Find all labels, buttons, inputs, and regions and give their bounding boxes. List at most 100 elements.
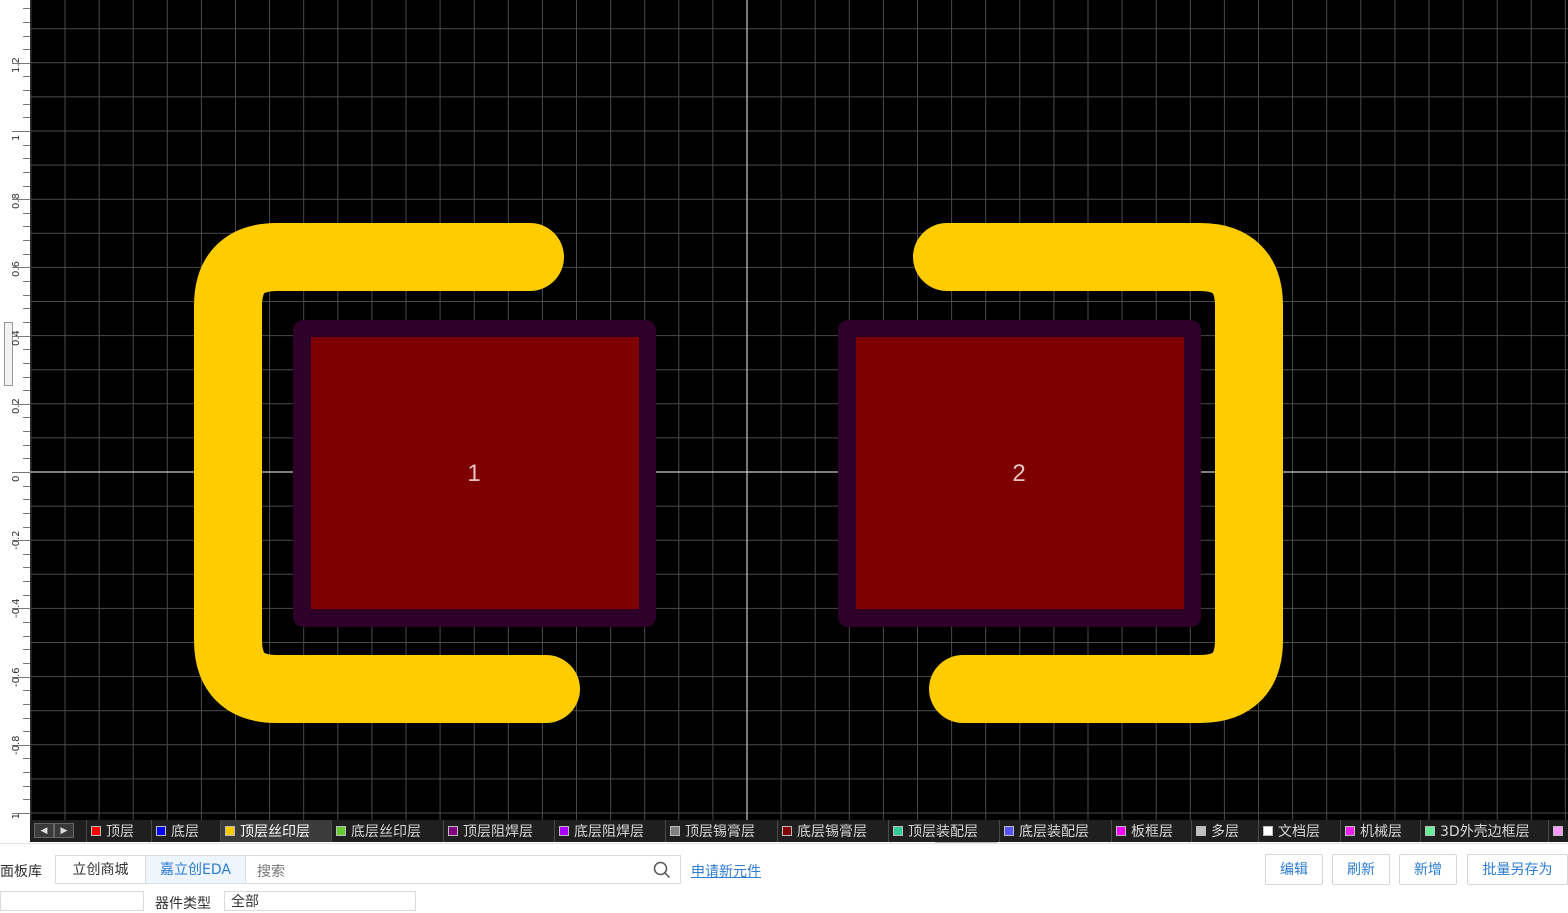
ruler-label: -0.2 [11, 530, 22, 550]
ruler-label: 0.2 [11, 398, 22, 414]
ruler-label: -1 [11, 813, 22, 820]
layer-tab[interactable]: 底层 [151, 820, 220, 842]
filter-dropdown[interactable] [0, 891, 144, 911]
apply-new-component-link[interactable]: 申请新元件 [691, 861, 761, 881]
ruler-tick [23, 90, 30, 91]
ruler-tick [23, 636, 30, 637]
layer-tab[interactable]: 顶层 [86, 820, 151, 842]
layer-tab[interactable]: 板框层 [1111, 820, 1191, 842]
layer-tab[interactable]: 3D外壳边框层 [1420, 820, 1548, 842]
ruler-tick [23, 445, 30, 446]
layer-tab[interactable]: 底层阻焊层 [554, 820, 665, 842]
ruler-tick [23, 22, 30, 23]
ruler-tick [23, 36, 30, 37]
pad-1-number: 1 [467, 460, 480, 487]
layer-color-swatch [1425, 826, 1435, 836]
layer-bar: ◀ ▶ 顶层 底层 顶层丝印层 底层丝印层 顶层阻焊层 底层阻焊层 顶层锡膏层 底层锡膏层 顶层… [30, 820, 1568, 842]
ruler-tick [23, 704, 30, 705]
layer-color-swatch [1004, 826, 1014, 836]
ruler-tick [12, 472, 30, 473]
ruler-tick [23, 458, 30, 459]
panel-title: 面板库 [0, 864, 42, 880]
ruler-tick [23, 117, 30, 118]
layer-color-swatch [559, 826, 569, 836]
layer-tab-label: 顶层丝印层 [240, 824, 310, 840]
ruler-tick [23, 349, 30, 350]
ruler-tick [23, 145, 30, 146]
ruler-label: 0.4 [11, 330, 22, 346]
ruler-tick [23, 486, 30, 487]
layer-color-swatch [670, 826, 680, 836]
layer-tab-label: 板框层 [1131, 824, 1173, 840]
device-type-select[interactable]: 全部 [224, 891, 416, 911]
ruler-tick [23, 595, 30, 596]
layer-tab-label: 底层锡膏层 [797, 824, 867, 840]
refresh-button[interactable]: 刷新 [1332, 854, 1390, 885]
ruler-label: -0.6 [11, 667, 22, 687]
layer-color-swatch [91, 826, 101, 836]
ruler-tick [23, 76, 30, 77]
layer-tab[interactable]: 底层锡膏层 [777, 820, 888, 842]
layer-tab-label: 3D外壳边框层 [1440, 824, 1530, 840]
tab-jlc-eda[interactable]: 嘉立创EDA [145, 855, 246, 884]
ruler-label: 1.2 [11, 57, 22, 73]
layer-tab[interactable]: 底层装配层 [999, 820, 1111, 842]
layer-tab[interactable]: 顶层装配层 [888, 820, 999, 842]
ruler-tick [23, 363, 30, 364]
ruler-tick [23, 281, 30, 282]
pcb-canvas[interactable]: 1 2 [30, 0, 1568, 820]
ruler-tick [23, 295, 30, 296]
search-input[interactable] [246, 856, 649, 885]
ruler-tick [23, 567, 30, 568]
layer-color-swatch [225, 826, 235, 836]
search-icon[interactable] [653, 861, 671, 879]
scroll-left-icon[interactable]: ◀ [34, 823, 54, 838]
vertical-ruler: 1.2 1 0.8 0.6 0.4 0.2 0 -0.2 -0.4 -0.6 -0.8 -1 [0, 0, 31, 820]
device-type-label: 器件类型 [155, 896, 211, 912]
batch-save-as-button[interactable]: 批量另存为 [1467, 854, 1568, 885]
ruler-tick [23, 308, 30, 309]
add-button[interactable]: 新增 [1399, 854, 1457, 885]
layer-color-swatch [1553, 826, 1563, 836]
ruler-tick [23, 554, 30, 555]
layer-tab-label: 底层丝印层 [351, 824, 421, 840]
tab-lcsc-mall[interactable]: 立创商城 [55, 855, 146, 884]
layer-tab[interactable]: 顶层丝印层 [220, 820, 331, 842]
layer-tab-label: 底层阻焊层 [574, 824, 644, 840]
scroll-right-icon[interactable]: ▶ [54, 823, 74, 838]
ruler-tick [23, 663, 30, 664]
layer-color-swatch [156, 826, 166, 836]
ruler-tick [23, 758, 30, 759]
layer-tab[interactable]: 多层 [1191, 820, 1258, 842]
ruler-tick [23, 622, 30, 623]
layer-tab-label: 底层 [171, 824, 199, 840]
ruler-tick [23, 240, 30, 241]
layer-tab[interactable] [1548, 820, 1568, 842]
ruler-tick [23, 527, 30, 528]
layer-scroll-arrows: ◀ ▶ [34, 823, 74, 838]
layer-color-swatch [336, 826, 346, 836]
ruler-tick [23, 718, 30, 719]
layer-color-swatch [448, 826, 458, 836]
layer-tab-label: 多层 [1211, 824, 1239, 840]
search-box [245, 855, 681, 885]
ruler-label: -0.4 [11, 598, 22, 618]
ruler-tick [23, 772, 30, 773]
layer-color-swatch [1263, 826, 1273, 836]
layer-tab-label: 机械层 [1360, 824, 1402, 840]
ruler-label: 1 [11, 134, 22, 141]
ruler-tick [23, 731, 30, 732]
layer-tab[interactable]: 文档层 [1258, 820, 1340, 842]
ruler-tick [23, 322, 30, 323]
ruler-tick [23, 390, 30, 391]
ruler-tick [23, 226, 30, 227]
layer-tab[interactable]: 顶层阻焊层 [443, 820, 554, 842]
layer-tab[interactable]: 顶层锡膏层 [665, 820, 777, 842]
layer-tab[interactable]: 机械层 [1340, 820, 1420, 842]
layer-color-swatch [1116, 826, 1126, 836]
layer-tab[interactable]: 底层丝印层 [331, 820, 443, 842]
pcb-drawing: 1 2 [30, 0, 1568, 820]
edit-button[interactable]: 编辑 [1265, 854, 1323, 885]
ruler-tick [23, 786, 30, 787]
ruler-tick [12, 131, 30, 132]
